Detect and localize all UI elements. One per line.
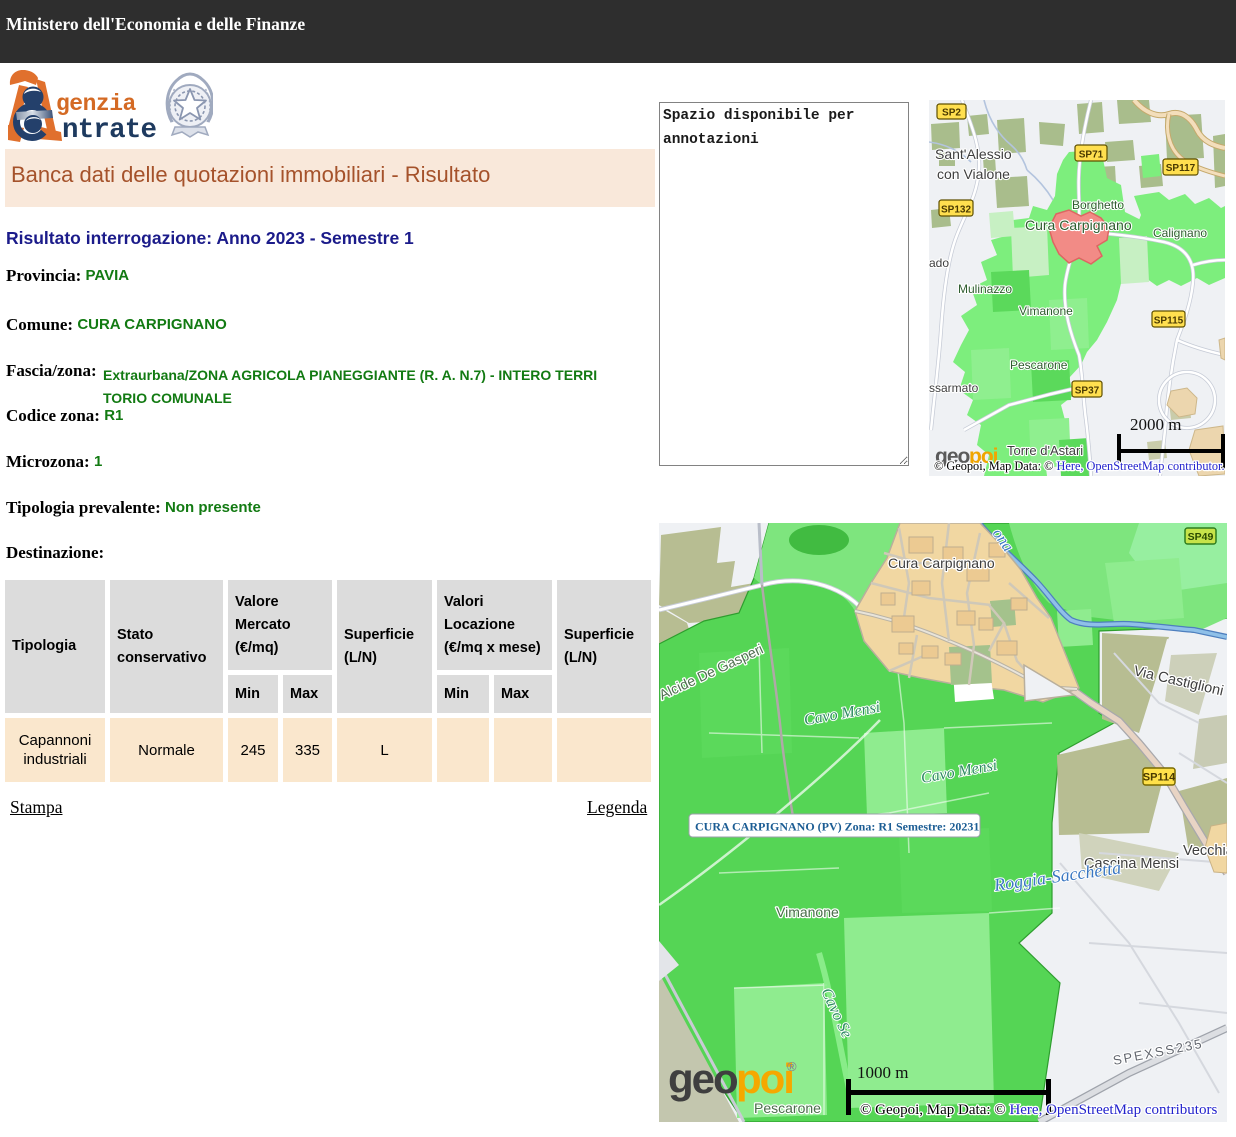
svg-text:geo: geo bbox=[668, 1055, 738, 1102]
svg-text:1000 m: 1000 m bbox=[857, 1063, 908, 1082]
svg-text:Borghetto: Borghetto bbox=[1072, 198, 1124, 212]
svg-text:SP117: SP117 bbox=[1166, 163, 1196, 174]
svg-text:Pescarone: Pescarone bbox=[754, 1100, 821, 1116]
svg-text:Vimanone: Vimanone bbox=[776, 904, 839, 920]
svg-text:ntrate: ntrate bbox=[62, 115, 157, 146]
svg-text:poi: poi bbox=[736, 1055, 793, 1102]
svg-text:Torre d'Astari: Torre d'Astari bbox=[1007, 443, 1083, 458]
svg-text:genzia: genzia bbox=[56, 91, 137, 117]
svg-text:2000 m: 2000 m bbox=[1130, 415, 1181, 434]
svg-text:Pescarone: Pescarone bbox=[1010, 358, 1068, 372]
svg-text:SP49: SP49 bbox=[1188, 531, 1214, 543]
svg-text:Vecchia: Vecchia bbox=[1183, 843, 1227, 859]
svg-text:Cura Carpignano: Cura Carpignano bbox=[888, 555, 995, 571]
svg-text:CURA CARPIGNANO (PV) Zona: R1: CURA CARPIGNANO (PV) Zona: R1 Semestre: … bbox=[695, 820, 979, 834]
svg-text:Mulinazzo: Mulinazzo bbox=[958, 282, 1012, 296]
svg-text:Sant'Alessio: Sant'Alessio bbox=[935, 146, 1012, 162]
svg-text:© Geopoi, Map Data: © Here, Op: © Geopoi, Map Data: © Here, OpenStreetMa… bbox=[860, 1102, 1217, 1118]
svg-text:SP71: SP71 bbox=[1079, 150, 1104, 161]
svg-text:SP37: SP37 bbox=[1075, 386, 1100, 397]
svg-text:Vimanone: Vimanone bbox=[1019, 304, 1073, 318]
svg-text:Cura Carpignano: Cura Carpignano bbox=[1025, 217, 1132, 233]
svg-text:SP115: SP115 bbox=[1154, 316, 1184, 327]
svg-text:SP132: SP132 bbox=[941, 205, 971, 216]
svg-text:Calignano: Calignano bbox=[1153, 226, 1207, 240]
svg-text:con Vialone: con Vialone bbox=[937, 166, 1010, 182]
svg-text:®: ® bbox=[787, 1059, 797, 1074]
svg-text:ssarmato: ssarmato bbox=[929, 381, 979, 395]
svg-text:SP114: SP114 bbox=[1143, 772, 1176, 784]
svg-text:© Geopoi, Map Data: © Here, Op: © Geopoi, Map Data: © Here, OpenStreetMa… bbox=[934, 459, 1225, 473]
svg-text:ado: ado bbox=[929, 256, 949, 270]
svg-text:SP2: SP2 bbox=[942, 108, 961, 119]
